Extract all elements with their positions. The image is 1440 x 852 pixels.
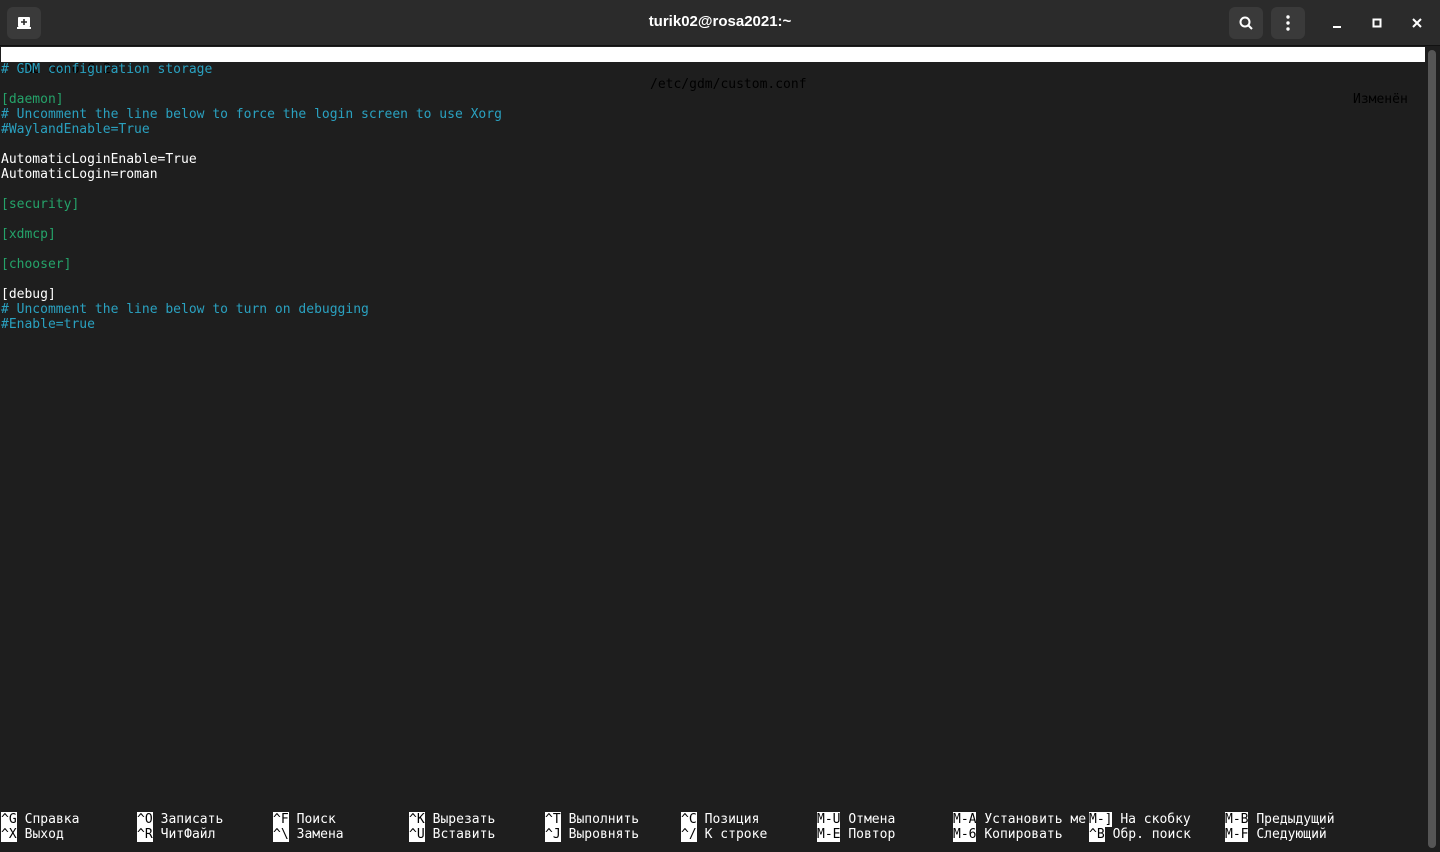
shortcut-label: Следующий [1256, 827, 1327, 842]
editor-line: [xdmcp] [1, 227, 56, 242]
shortcut-key: M-A [953, 812, 977, 827]
shortcut-label: Замена [296, 827, 344, 842]
shortcut-key: M-U [817, 812, 841, 827]
shortcut-item: M-B Предыдущий [1225, 812, 1335, 827]
shortcut-label: Записать [160, 812, 224, 827]
editor-line: # Uncomment the line below to turn on de… [1, 302, 369, 317]
shortcut-key: ^/ [681, 827, 697, 842]
modified-status: Изменён [1353, 92, 1408, 107]
shortcut-key: ^R [137, 827, 153, 842]
file-name: /etc/gdm/custom.conf [650, 77, 807, 92]
shortcut-label: Обр. поиск [1112, 827, 1191, 842]
shortcut-key: ^C [681, 812, 697, 827]
shortcut-label: Повтор [848, 827, 896, 842]
shortcut-key: M-] [1089, 812, 1113, 827]
editor-line: AutomaticLoginEnable=True [1, 152, 197, 167]
shortcut-key: ^J [545, 827, 561, 842]
shortcut-item: M-F Следующий [1225, 827, 1327, 842]
shortcut-item: ^U Вставить [409, 827, 495, 842]
shortcut-key: M-E [817, 827, 841, 842]
editor-line: [security] [1, 197, 80, 212]
shortcut-key: M-6 [953, 827, 977, 842]
shortcut-item: ^\ Замена [273, 827, 344, 842]
editor-line: #Enable=true [1, 317, 95, 332]
shortcut-key: ^\ [273, 827, 289, 842]
kebab-menu-icon [1286, 15, 1290, 31]
shortcut-label: Выполнить [568, 812, 640, 827]
editor-line: #WaylandEnable=True [1, 122, 150, 137]
shortcut-item: ^C Позиция [681, 812, 759, 827]
shortcut-item: ^T Выполнить [545, 812, 639, 827]
shortcut-label: На скобку [1120, 812, 1191, 827]
shortcut-key: ^T [545, 812, 561, 827]
shortcut-item: ^X Выход [1, 827, 64, 842]
shortcut-label: Вырезать [432, 812, 496, 827]
nano-header: GNU nano 8.2 /etc/gdm/custom.conf Изменё… [1, 47, 1425, 107]
editor-line: [daemon] [1, 92, 64, 107]
shortcut-label: Копировать [984, 827, 1063, 842]
shortcut-label: Вставить [432, 827, 496, 842]
shortcut-item: ^B Обр. поиск [1089, 827, 1191, 842]
shortcut-label: Позиция [704, 812, 760, 827]
close-icon [1412, 18, 1422, 28]
close-button[interactable] [1407, 13, 1427, 33]
shortcut-key: M-B [1225, 812, 1249, 827]
shortcut-label: Предыдущий [1256, 812, 1335, 827]
shortcut-label: Выровнять [568, 827, 640, 842]
shortcut-item: ^J Выровнять [545, 827, 639, 842]
shortcut-item: ^R ЧитФайл [137, 827, 215, 842]
shortcut-key: ^U [409, 827, 425, 842]
shortcut-item: ^/ К строке [681, 827, 767, 842]
editor-line: # Uncomment the line below to force the … [1, 107, 502, 122]
shortcut-item: M-U Отмена [817, 812, 895, 827]
shortcut-key: M-F [1225, 827, 1249, 842]
maximize-icon [1372, 18, 1382, 28]
shortcut-item: ^K Вырезать [409, 812, 495, 827]
scrollbar[interactable] [1428, 50, 1436, 848]
shortcut-item: M-E Повтор [817, 827, 895, 842]
shortcut-item: ^G Справка [1, 812, 79, 827]
editor-line: [chooser] [1, 257, 72, 272]
shortcut-label: Поиск [296, 812, 336, 827]
shortcut-key: ^G [1, 812, 17, 827]
shortcut-key: ^X [1, 827, 17, 842]
minimize-icon [1333, 26, 1341, 28]
search-icon [1239, 16, 1253, 30]
title-bar: turik02@rosa2021:~ [0, 0, 1440, 46]
search-button[interactable] [1229, 7, 1263, 39]
shortcut-item: ^O Записать [137, 812, 223, 827]
terminal[interactable]: GNU nano 8.2 /etc/gdm/custom.conf Изменё… [0, 47, 1426, 852]
maximize-button[interactable] [1367, 13, 1387, 33]
shortcut-item: M-] На скобку [1089, 812, 1191, 827]
shortcut-item: ^F Поиск [273, 812, 336, 827]
shortcut-key: ^F [273, 812, 289, 827]
window-title: turik02@rosa2021:~ [648, 13, 792, 30]
shortcut-label: ЧитФайл [160, 827, 216, 842]
minimize-button[interactable] [1327, 13, 1347, 33]
editor-line: AutomaticLogin=roman [1, 167, 158, 182]
shortcut-label: Выход [24, 827, 64, 842]
shortcut-key: ^K [409, 812, 425, 827]
editor-line: [debug] [1, 287, 56, 302]
shortcut-item: M-A Установить ме [953, 812, 1086, 827]
menu-button[interactable] [1271, 7, 1305, 39]
shortcut-key: ^B [1089, 827, 1105, 842]
shortcut-item: M-6 Копировать [953, 827, 1063, 842]
shortcut-key: ^O [137, 812, 153, 827]
shortcut-label: Справка [24, 812, 80, 827]
shortcut-label: К строке [704, 827, 768, 842]
editor-line: # GDM configuration storage [1, 62, 213, 77]
shortcut-label: Отмена [848, 812, 896, 827]
shortcut-label: Установить ме [984, 812, 1087, 827]
